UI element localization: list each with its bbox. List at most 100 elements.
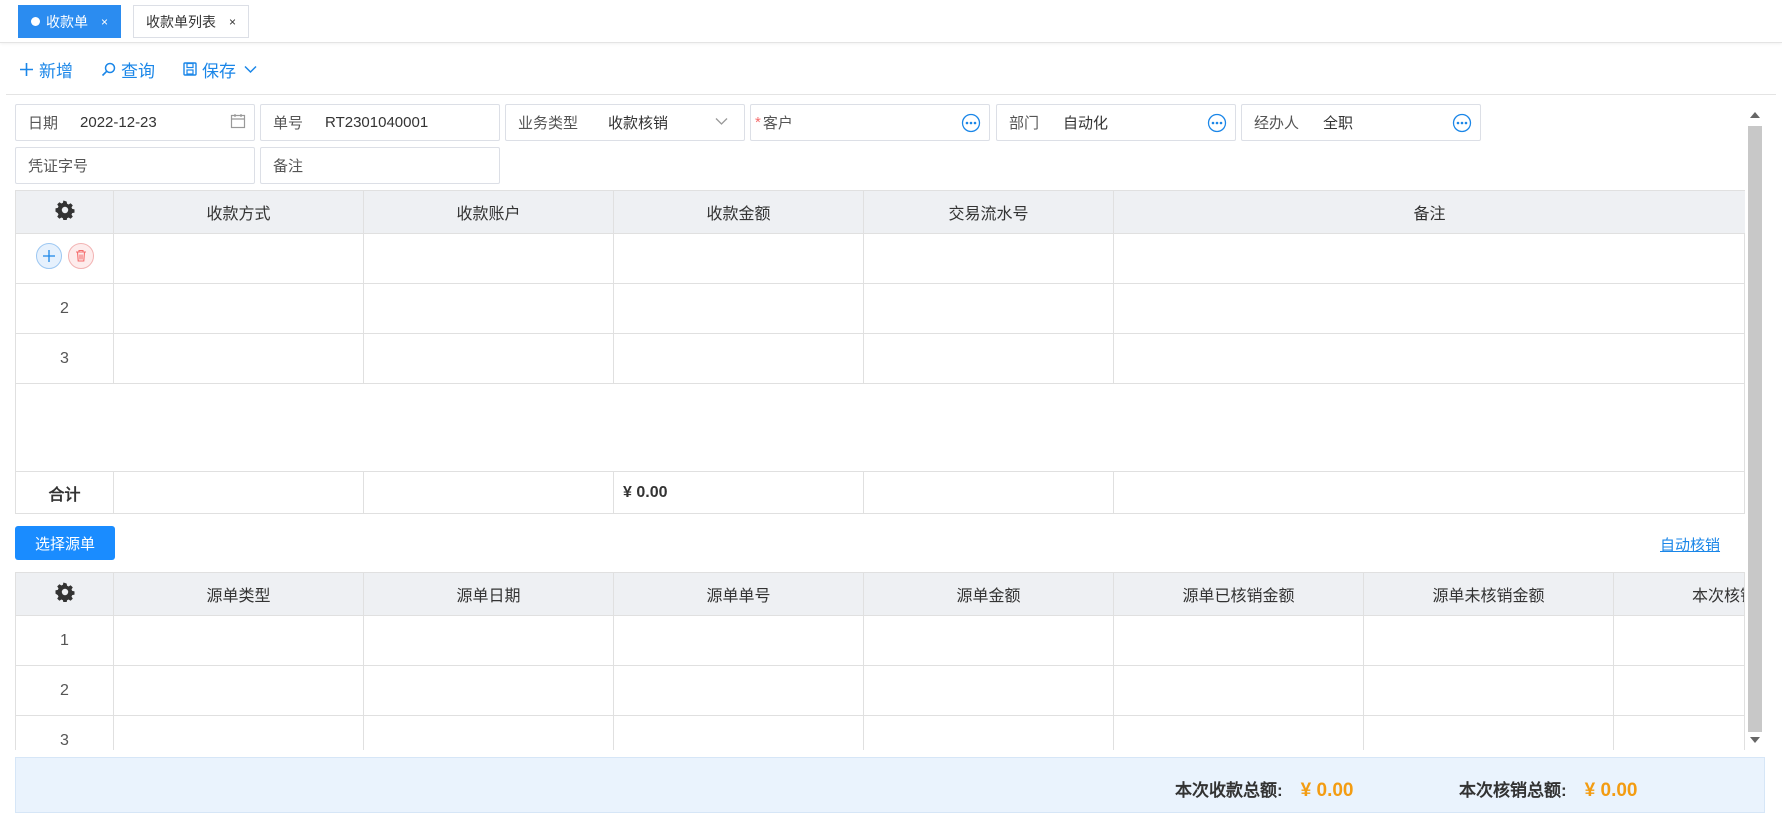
grid-cell[interactable] bbox=[1614, 666, 1744, 716]
grid-cell[interactable] bbox=[614, 616, 864, 666]
column-header: 源单已核销金额 bbox=[1114, 573, 1364, 616]
grid-cell[interactable] bbox=[364, 334, 614, 384]
grid-cell[interactable] bbox=[614, 284, 864, 334]
order-no-value: RT2301040001 bbox=[325, 114, 429, 131]
grid-cell[interactable] bbox=[1364, 716, 1614, 750]
voucher-no-field[interactable]: 凭证字号 bbox=[15, 147, 255, 184]
grid-cell[interactable] bbox=[1114, 616, 1364, 666]
date-field[interactable]: 日期 2022-12-23 bbox=[15, 104, 255, 141]
grid-cell[interactable] bbox=[1614, 716, 1744, 750]
add-button-label: 新增 bbox=[39, 61, 73, 81]
remark-field[interactable]: 备注 bbox=[260, 147, 500, 184]
auto-writeoff-link[interactable]: 自动核销 bbox=[1660, 534, 1720, 555]
grid-cell[interactable] bbox=[864, 284, 1114, 334]
grid-cell[interactable] bbox=[1614, 616, 1744, 666]
column-header: 收款金额 bbox=[614, 191, 864, 234]
add-row-icon[interactable] bbox=[35, 242, 63, 275]
grid-cell[interactable] bbox=[114, 616, 364, 666]
vertical-scrollbar[interactable] bbox=[1747, 104, 1763, 747]
scroll-down-icon[interactable] bbox=[1750, 737, 1760, 743]
gear-icon[interactable] bbox=[55, 582, 75, 607]
grid-cell[interactable] bbox=[614, 666, 864, 716]
grid-settings-cell[interactable] bbox=[16, 573, 114, 616]
row-number: 2 bbox=[16, 284, 114, 334]
grid-cell[interactable] bbox=[364, 616, 614, 666]
more-icon[interactable] bbox=[961, 113, 981, 133]
grid-cell[interactable] bbox=[364, 666, 614, 716]
plus-icon bbox=[19, 62, 34, 77]
tab-label: 收款单 bbox=[46, 13, 88, 30]
delete-row-icon[interactable] bbox=[67, 242, 95, 275]
date-value: 2022-12-23 bbox=[80, 114, 157, 131]
receipt-total: 本次收款总额: ¥ 0.00 bbox=[1175, 776, 1354, 802]
tab-receipt[interactable]: 收款单 × bbox=[18, 5, 122, 38]
grid-cell[interactable] bbox=[864, 234, 1114, 284]
grid-cell[interactable] bbox=[364, 234, 614, 284]
more-icon[interactable] bbox=[1207, 113, 1227, 133]
save-button[interactable]: 保存 bbox=[183, 57, 262, 82]
grid-cell[interactable] bbox=[1114, 666, 1364, 716]
grid-cell[interactable] bbox=[1114, 284, 1745, 334]
grid-cell[interactable] bbox=[364, 716, 614, 750]
payment-grid: 收款方式 收款账户 收款金额 交易流水号 备注 2 3 合计 ¥ 0.00 bbox=[15, 190, 1745, 514]
column-header: 本次核销 bbox=[1614, 573, 1744, 616]
add-button[interactable]: 新增 bbox=[19, 57, 73, 82]
row-number: 3 bbox=[16, 334, 114, 384]
calendar-icon[interactable] bbox=[230, 113, 246, 129]
grid-cell[interactable] bbox=[614, 234, 864, 284]
column-header: 源单未核销金额 bbox=[1364, 573, 1614, 616]
scroll-thumb[interactable] bbox=[1748, 126, 1762, 732]
grid-cell[interactable] bbox=[1364, 616, 1614, 666]
row-number: 3 bbox=[16, 716, 114, 750]
writeoff-total-label: 本次核销总额: bbox=[1459, 781, 1567, 800]
scroll-up-icon[interactable] bbox=[1750, 112, 1760, 118]
grid-cell[interactable] bbox=[1114, 234, 1745, 284]
query-button[interactable]: 查询 bbox=[101, 57, 155, 82]
tab-receipt-list[interactable]: 收款单列表 × bbox=[133, 5, 250, 38]
grid-cell[interactable] bbox=[114, 284, 364, 334]
business-type-label: 业务类型 bbox=[518, 115, 579, 132]
grid-cell[interactable] bbox=[614, 334, 864, 384]
gear-icon[interactable] bbox=[55, 200, 75, 225]
tab-bar: 收款单 × 收款单列表 × bbox=[0, 0, 1782, 43]
grid-cell[interactable] bbox=[114, 666, 364, 716]
grid-cell[interactable] bbox=[1114, 334, 1745, 384]
remark-label: 备注 bbox=[273, 158, 304, 175]
grid-cell[interactable] bbox=[864, 716, 1114, 750]
source-grid: 源单类型 源单日期 源单单号 源单金额 源单已核销金额 源单未核销金额 本次核销… bbox=[15, 572, 1745, 750]
business-type-select[interactable]: 业务类型 收款核销 bbox=[505, 104, 745, 141]
required-mark: * bbox=[755, 114, 761, 131]
column-header: 收款方式 bbox=[114, 191, 364, 234]
total-cell bbox=[114, 472, 364, 514]
grid-cell[interactable] bbox=[864, 666, 1114, 716]
chevron-down-icon[interactable] bbox=[244, 65, 257, 74]
grid-cell[interactable] bbox=[864, 334, 1114, 384]
column-header: 交易流水号 bbox=[864, 191, 1114, 234]
order-no-field[interactable]: 单号 RT2301040001 bbox=[260, 104, 500, 141]
grid-cell[interactable] bbox=[364, 284, 614, 334]
close-icon[interactable]: × bbox=[101, 15, 108, 29]
grid-cell[interactable] bbox=[114, 334, 364, 384]
customer-field[interactable]: * 客户 bbox=[750, 104, 990, 141]
handler-field[interactable]: 经办人 全职 bbox=[1241, 104, 1481, 141]
grid-cell[interactable] bbox=[114, 716, 364, 750]
chevron-down-icon[interactable] bbox=[715, 117, 728, 126]
grid-cell[interactable] bbox=[114, 234, 364, 284]
save-icon bbox=[183, 62, 197, 76]
row-number: 1 bbox=[16, 616, 114, 666]
grid-cell[interactable] bbox=[614, 716, 864, 750]
select-source-button[interactable]: 选择源单 bbox=[15, 526, 115, 560]
total-amount: ¥ 0.00 bbox=[614, 472, 864, 514]
grid-settings-cell[interactable] bbox=[16, 191, 114, 234]
more-icon[interactable] bbox=[1452, 113, 1472, 133]
writeoff-total-value: ¥ 0.00 bbox=[1584, 780, 1638, 801]
close-icon[interactable]: × bbox=[229, 15, 236, 29]
save-button-label: 保存 bbox=[202, 61, 236, 81]
voucher-no-label: 凭证字号 bbox=[28, 158, 89, 175]
department-field[interactable]: 部门 自动化 bbox=[996, 104, 1236, 141]
total-cell bbox=[864, 472, 1114, 514]
grid-cell[interactable] bbox=[1114, 716, 1364, 750]
grid-cell[interactable] bbox=[1364, 666, 1614, 716]
grid-cell[interactable] bbox=[864, 616, 1114, 666]
tab-label: 收款单列表 bbox=[146, 13, 216, 30]
